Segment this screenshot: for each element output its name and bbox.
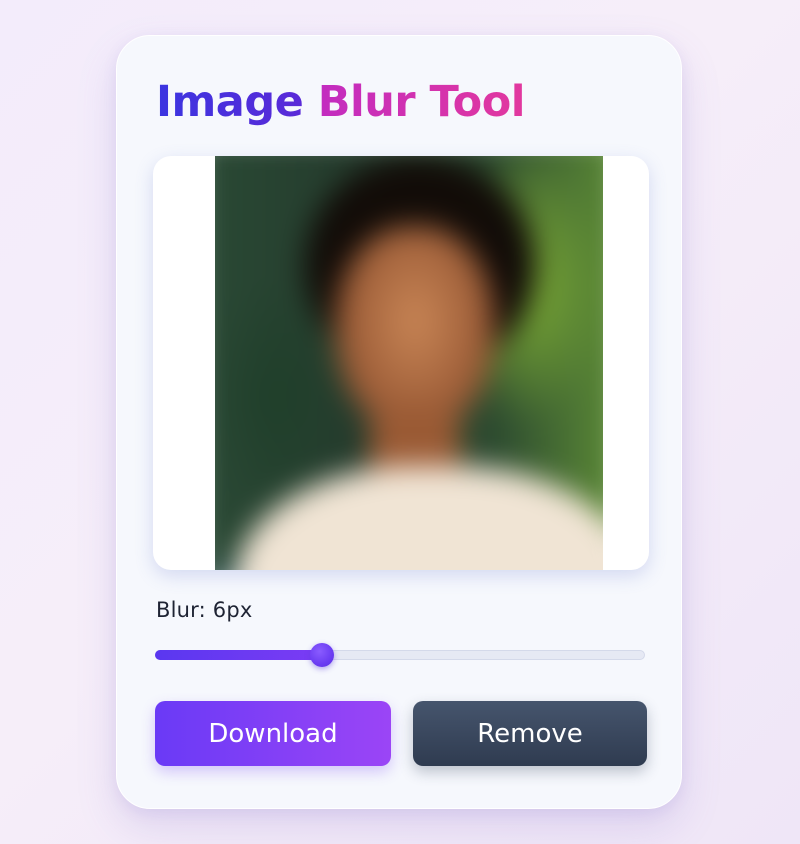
page-title: Image Blur Tool [156,74,526,130]
remove-button[interactable]: Remove [413,701,647,766]
download-button[interactable]: Download [155,701,391,766]
blur-slider[interactable] [155,642,645,668]
slider-thumb[interactable] [310,643,334,667]
blurred-photo [215,156,603,570]
slider-fill [155,650,322,660]
title-part-image: Image [156,77,304,127]
blur-value-label: Blur: 6px [156,598,253,622]
image-preview [153,156,649,570]
blur-tool-card: Image Blur Tool Blur: 6px Download Remov… [116,35,682,809]
title-part-blur-tool: Blur Tool [317,77,526,127]
